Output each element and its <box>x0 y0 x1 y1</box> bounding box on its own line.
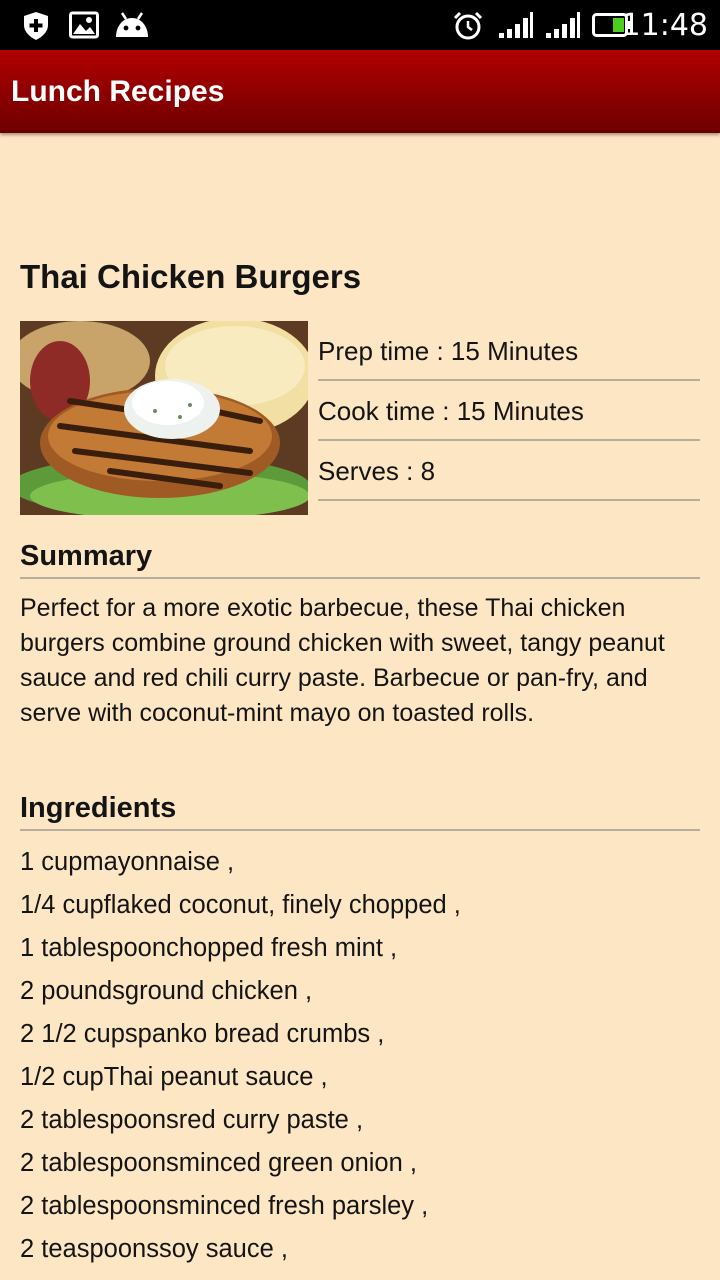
shield-plus-icon <box>24 12 48 40</box>
android-icon <box>116 12 148 37</box>
ingredient-item: 2 tablespoonsminced fresh parsley , <box>20 1192 429 1220</box>
signal-icon <box>546 12 580 38</box>
app-bar: Lunch Recipes <box>0 50 720 133</box>
ingredient-item: 2 1/2 cupspanko bread crumbs , <box>20 1020 385 1048</box>
ingredient-item: 2 poundsground chicken , <box>20 977 313 1005</box>
ingredient-item: 1 tablespoonchopped fresh mint , <box>20 934 398 962</box>
ingredient-item: 2 tablespoonsred curry paste , <box>20 1106 364 1134</box>
app-title: Lunch Recipes <box>11 75 225 108</box>
recipe-photo <box>20 321 308 515</box>
cook-time: Cook time : 15 Minutes <box>318 381 700 441</box>
prep-time: Prep time : 15 Minutes <box>318 321 700 381</box>
ingredients-list: 1 cupmayonnaise , 1/4 cupflaked coconut,… <box>20 844 700 1274</box>
serves: Serves : 8 <box>318 441 700 501</box>
ingredients-heading: Ingredients <box>20 792 700 831</box>
summary-text: Perfect for a more exotic barbecue, thes… <box>20 594 665 727</box>
ingredient-item: 2 tablespoonsminced green onion , <box>20 1149 417 1177</box>
recipe-title: Thai Chicken Burgers <box>20 258 362 295</box>
status-bar: 11:48 <box>0 0 720 50</box>
status-time: 11:48 <box>621 8 708 43</box>
gallery-icon <box>69 11 99 39</box>
ingredient-item: 1/2 cupThai peanut sauce , <box>20 1063 328 1091</box>
alarm-icon <box>453 11 483 40</box>
signal-icon <box>499 12 533 38</box>
ingredient-item: 2 teaspoonssoy sauce , <box>20 1235 288 1263</box>
ingredient-item: 1/4 cupflaked coconut, finely chopped , <box>20 891 461 919</box>
ingredient-item: 1 cupmayonnaise , <box>20 848 235 876</box>
recipe-info-list: Prep time : 15 Minutes Cook time : 15 Mi… <box>318 321 700 501</box>
summary-heading: Summary <box>20 540 700 579</box>
